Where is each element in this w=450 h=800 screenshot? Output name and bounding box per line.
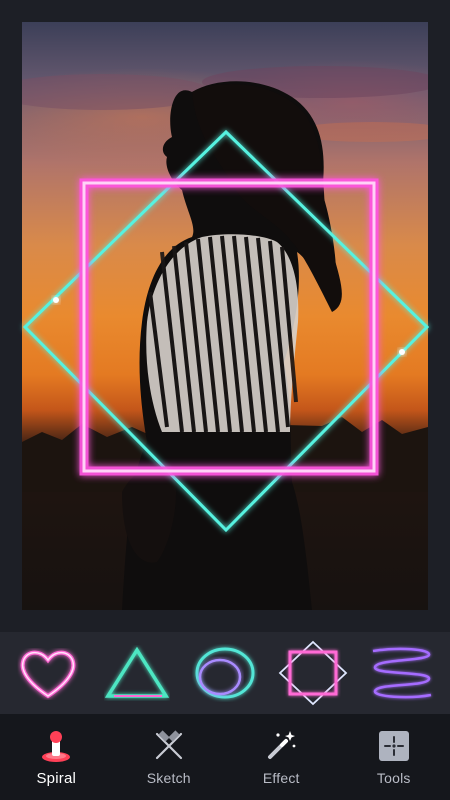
editor-canvas[interactable] bbox=[0, 0, 450, 630]
shape-diamond-square-option[interactable] bbox=[278, 638, 348, 708]
nav-label-sketch: Sketch bbox=[146, 770, 191, 786]
shape-picker[interactable] bbox=[0, 632, 450, 714]
shape-triangle-option[interactable] bbox=[102, 638, 172, 708]
nav-label-tools: Tools bbox=[376, 770, 411, 786]
diamond-square-icon bbox=[279, 640, 348, 706]
nav-tab-effect[interactable]: Effect bbox=[231, 717, 331, 797]
spiral-lines-icon bbox=[372, 647, 431, 699]
circle-icon bbox=[195, 647, 255, 699]
bottom-navigation: Spiral Sketch Effect Tools bbox=[0, 714, 450, 800]
photo-preview[interactable] bbox=[22, 22, 428, 610]
shape-circle-option[interactable] bbox=[190, 638, 260, 708]
nav-tab-tools[interactable]: Tools bbox=[344, 717, 444, 797]
shape-spiral-lines-option[interactable] bbox=[367, 638, 437, 708]
nav-tab-spiral[interactable]: Spiral bbox=[6, 717, 106, 797]
tools-icon bbox=[376, 728, 412, 764]
heart-icon bbox=[20, 650, 76, 699]
effect-wand-icon bbox=[263, 728, 299, 764]
shape-heart-option[interactable] bbox=[13, 638, 83, 708]
spiral-icon bbox=[38, 728, 74, 764]
nav-tab-sketch[interactable]: Sketch bbox=[119, 717, 219, 797]
nav-label-effect: Effect bbox=[262, 770, 300, 786]
woman-silhouette-image bbox=[22, 66, 428, 610]
sketch-icon bbox=[151, 728, 187, 764]
nav-label-spiral: Spiral bbox=[36, 769, 77, 787]
triangle-icon bbox=[104, 646, 169, 698]
